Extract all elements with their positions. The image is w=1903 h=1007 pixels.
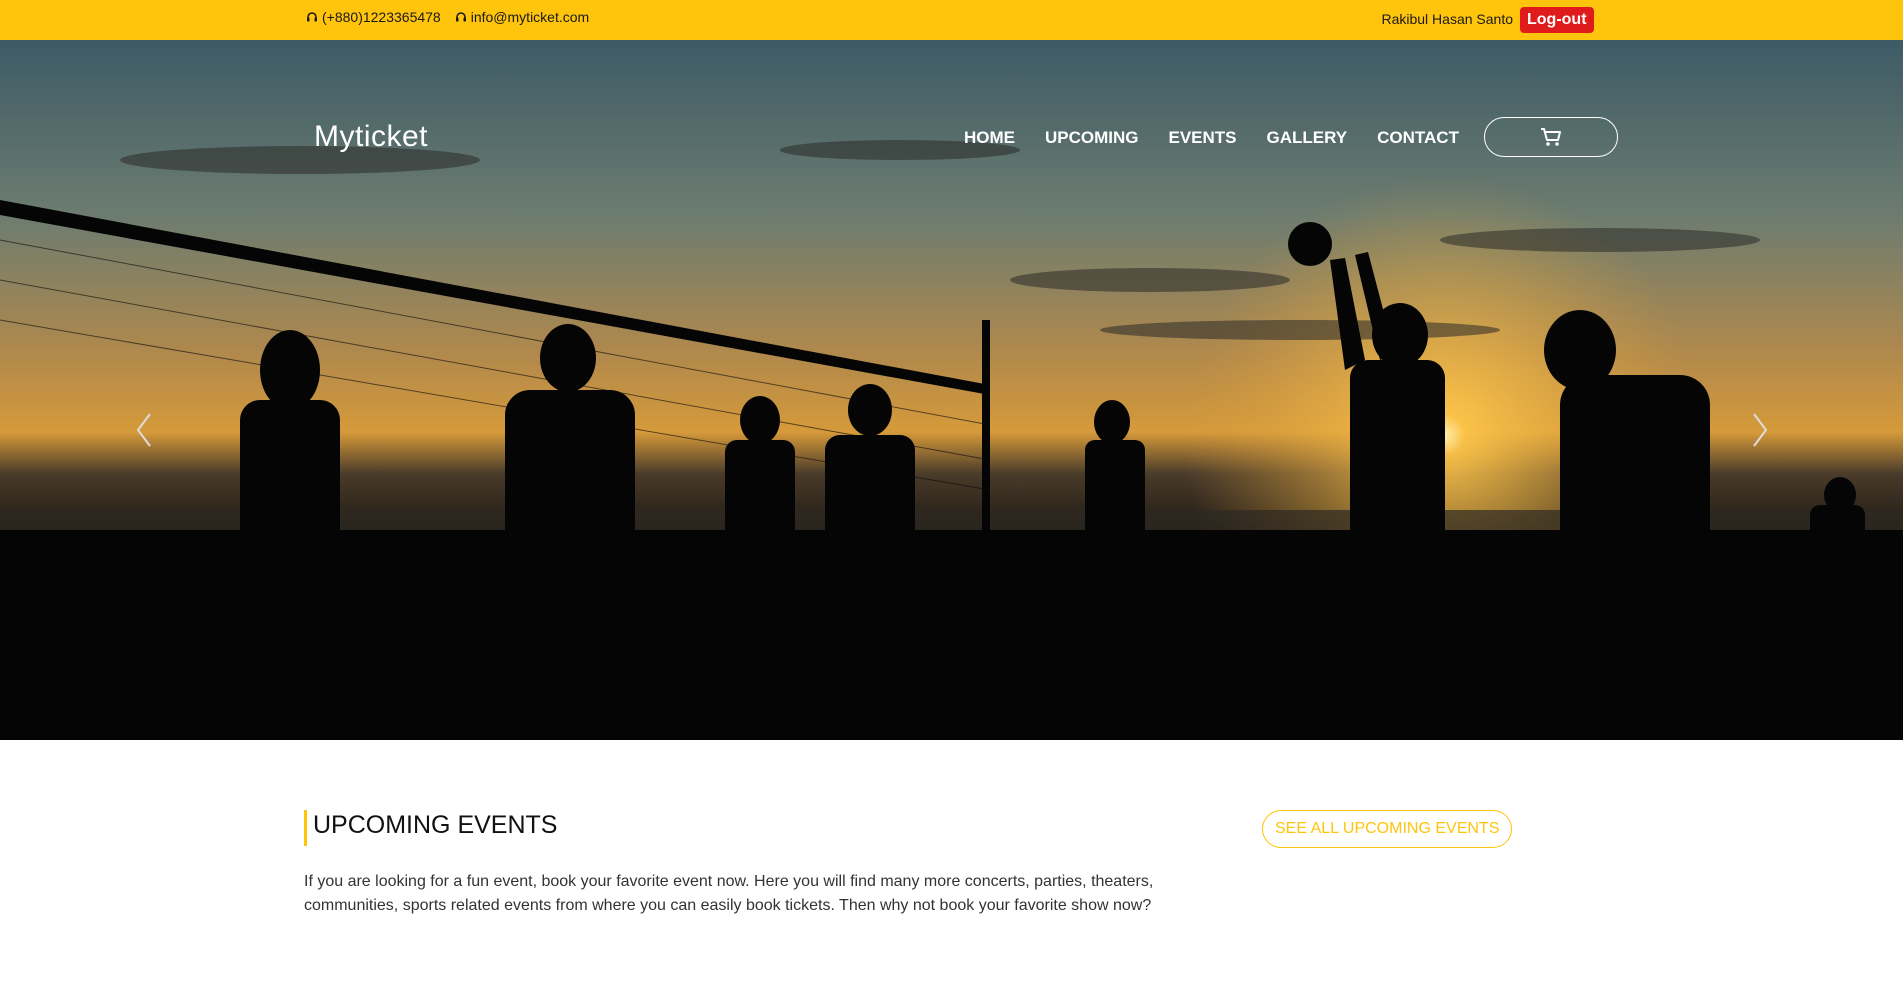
nav-upcoming[interactable]: UPCOMING bbox=[1045, 128, 1139, 148]
logout-button[interactable]: Log-out bbox=[1520, 7, 1594, 33]
contact-info: (+880)1223365478 info@myticket.com bbox=[306, 9, 589, 25]
cart-icon bbox=[1541, 128, 1561, 146]
see-all-upcoming-button[interactable]: SEE ALL UPCOMING EVENTS bbox=[1262, 810, 1513, 848]
headset-icon bbox=[455, 12, 466, 22]
chevron-left-icon[interactable] bbox=[132, 410, 156, 450]
hero-carousel: Myticket HOME UPCOMING EVENTS GALLERY CO… bbox=[0, 40, 1903, 740]
section-description: If you are looking for a fun event, book… bbox=[304, 873, 1154, 914]
chevron-right-icon[interactable] bbox=[1748, 410, 1772, 450]
brand-logo[interactable]: Myticket bbox=[314, 120, 428, 154]
phone-contact[interactable]: (+880)1223365478 bbox=[306, 9, 441, 25]
nav-gallery[interactable]: GALLERY bbox=[1267, 128, 1348, 148]
hero-image bbox=[0, 40, 1903, 740]
top-bar: (+880)1223365478 info@myticket.com Rakib… bbox=[0, 0, 1903, 40]
phone-text: (+880)1223365478 bbox=[322, 9, 441, 25]
nav-events[interactable]: EVENTS bbox=[1169, 128, 1237, 148]
user-name: Rakibul Hasan Santo bbox=[1381, 11, 1513, 27]
cart-button[interactable] bbox=[1484, 117, 1618, 157]
headset-icon bbox=[307, 12, 317, 22]
nav-home[interactable]: HOME bbox=[964, 128, 1015, 148]
email-contact[interactable]: info@myticket.com bbox=[455, 9, 589, 25]
nav-contact[interactable]: CONTACT bbox=[1377, 128, 1459, 148]
main-nav: HOME UPCOMING EVENTS GALLERY CONTACT bbox=[964, 128, 1459, 148]
section-title: UPCOMING EVENTS bbox=[304, 810, 557, 846]
email-text: info@myticket.com bbox=[470, 9, 590, 25]
